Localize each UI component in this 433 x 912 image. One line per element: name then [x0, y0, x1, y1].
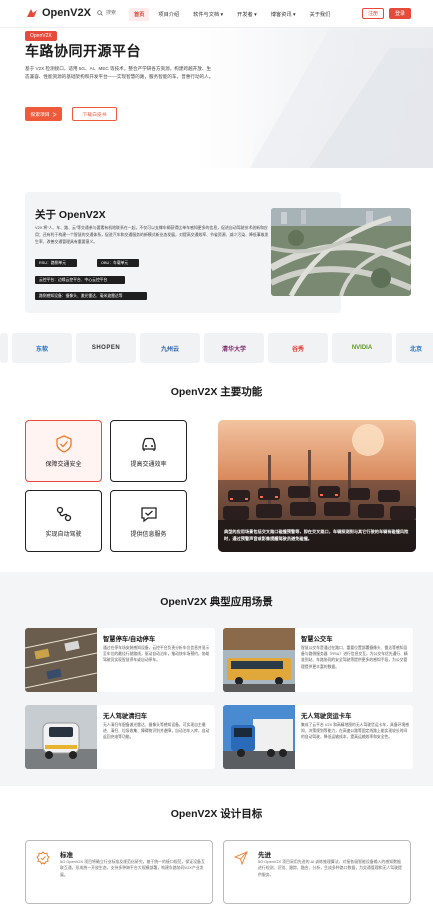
feature-traffic-safety[interactable]: 保障交通安全 — [25, 420, 102, 482]
search-label: 搜索 — [106, 10, 117, 16]
scenario-card-freight-truck[interactable]: 无人驾驶货运卡车 集成了云平台 V2X 和高精地图的无人驾驶货运卡车，具备环境感… — [223, 705, 413, 769]
scenario-title: 无人驾驶货运卡车 — [301, 713, 352, 720]
hero-description: 基于 V2X 检测接口，适用 5G、AI、MEC 等技术，整合产学研各方资源，构… — [25, 66, 214, 79]
highway-interchange-image — [271, 208, 411, 296]
hero-section: OpenV2X 车路协同开源平台 基于 V2X 检测接口，适用 5G、AI、ME… — [0, 28, 433, 168]
nav-item-about[interactable]: 关于我们 — [305, 8, 336, 21]
message-icon — [140, 506, 157, 522]
register-button[interactable]: 登录 — [389, 8, 411, 19]
hero-background-graphic — [250, 28, 433, 168]
goal-text: 5G OpenV2X 项目将确立行业标准及规范化研究，基于统一的接口规范，保证设… — [60, 859, 205, 877]
partner-logo: 谷秀 — [268, 333, 328, 363]
route-icon — [56, 506, 71, 521]
goal-title: 标准 — [60, 852, 73, 859]
hero-tag: OpenV2X — [25, 31, 57, 41]
partner-logo: 九州云 — [140, 333, 200, 363]
logo-icon — [27, 9, 37, 17]
feature-autonomous-driving[interactable]: 实现自动驾驶 — [25, 490, 102, 552]
logo-text: OpenV2X — [42, 7, 91, 19]
scenario-title: 智慧停车/自动停车 — [103, 636, 156, 643]
scenario-title: 无人驾驶清扫车 — [103, 713, 148, 720]
about-text: V2X 将“人、车、路、云”等交通参与要素有机地联系在一起，不仅可以支撑车辆获得… — [35, 225, 269, 244]
tag-roadside-sensors: 路侧感知设备：摄像头、激光雷达、毫米波雷达等 — [35, 292, 147, 300]
about-title: 关于 OpenV2X — [35, 209, 106, 221]
features-title: OpenV2X 主要功能 — [170, 386, 263, 398]
logo[interactable]: OpenV2X — [26, 7, 91, 19]
scenario-text: 通过在停车场安装感知设备，云控平台负责分析车位信息并显示至车位的最佳行驶路线，驱… — [103, 646, 210, 663]
feature-caption: 典型的应用场景包括交叉路口碰撞预警等，即在交叉路口，车辆探测到与其它行驶的车辆有… — [224, 529, 409, 541]
top-navbar: OpenV2X 搜索 首页 项目介绍 软件与文档 ▾ 开发者 ▾ 博客资讯 ▾ … — [0, 0, 433, 28]
shield-check-icon — [55, 434, 72, 453]
partner-logo: NVIDIA — [332, 333, 392, 363]
feature-label: 提供信息服务 — [130, 531, 167, 538]
partner-logo-edge — [0, 333, 8, 363]
nav-item-blog[interactable]: 博客资讯 ▾ — [266, 8, 301, 21]
nav-item-home[interactable]: 首页 — [129, 7, 150, 21]
hero-title: 车路协同开源平台 — [25, 43, 141, 59]
feature-label: 实现自动驾驶 — [45, 531, 82, 538]
tag-rsu: RSU：路侧单元 — [35, 259, 77, 267]
scenarios-title: OpenV2X 典型应用场景 — [160, 596, 273, 608]
arrow-right-icon — [52, 111, 57, 117]
goals-title: OpenV2X 设计目标 — [170, 808, 263, 820]
goal-card-standard: 标准 5G OpenV2X 项目将确立行业标准及规范化研究，基于统一的接口规范，… — [25, 840, 213, 904]
login-button[interactable]: 注册 — [362, 8, 384, 19]
scenario-card-smart-parking[interactable]: 智慧停车/自动停车 通过在停车场安装感知设备，云控平台负责分析车位信息并显示至车… — [25, 628, 215, 692]
bus-image — [223, 628, 295, 692]
partner-logo: 北京 — [396, 333, 433, 363]
feature-info-service[interactable]: 提供信息服务 — [110, 490, 187, 552]
partner-logo: 东软 — [12, 333, 72, 363]
scenario-text: 智慧公交车是通过在路口、重要位置部署摄像头、雷达等感知设备与路侧服务器（RSU）… — [301, 646, 408, 669]
tag-cloud-platform: 云控平台：边缘云控平台、中心云控平台 — [35, 276, 125, 284]
nav-item-software-docs[interactable]: 软件与文档 ▾ — [188, 8, 228, 21]
search-button[interactable]: 搜索 — [97, 9, 116, 16]
scenario-title: 智慧公交车 — [301, 636, 333, 643]
scenario-card-street-sweeper[interactable]: 无人驾驶清扫车 无人清扫车配备激光雷达、摄像头等感知设备，可实现自主循迹、清扫、… — [25, 705, 215, 769]
nav-links: 首页 项目介绍 软件与文档 ▾ 开发者 ▾ 博客资讯 ▾ 关于我们 — [129, 0, 335, 28]
goal-card-advanced: 先进 5G OpenV2X 项目采用先进的 AI 训练推理算法，对接各级智能设备… — [223, 840, 411, 904]
nav-item-developers[interactable]: 开发者 ▾ — [232, 8, 262, 21]
goal-text: 5G OpenV2X 项目采用先进的 AI 训练推理算法，对接各级智能设备输入的… — [258, 859, 402, 877]
truck-image — [223, 705, 295, 769]
download-whitepaper-button[interactable]: 下载白皮书 — [72, 107, 117, 121]
scenario-card-smart-bus[interactable]: 智慧公交车 智慧公交车是通过在路口、重要位置部署摄像头、雷达等感知设备与路侧服务… — [223, 628, 413, 692]
partner-logo: 清华大学 — [204, 333, 264, 363]
partner-logos: 东软 SHOPEN 九州云 清华大学 谷秀 NVIDIA 北京 — [0, 333, 433, 363]
explore-project-label: 探索项目 — [30, 112, 50, 118]
goal-title: 先进 — [258, 852, 271, 859]
car-icon — [141, 437, 156, 451]
partner-logo: SHOPEN — [76, 333, 136, 363]
send-icon — [234, 851, 248, 865]
tag-obu: OBU：车载单元 — [97, 259, 139, 267]
sweeper-image — [25, 705, 97, 769]
feature-label: 提高交通效率 — [130, 461, 167, 468]
nav-item-project[interactable]: 项目介绍 — [153, 8, 184, 21]
search-icon — [97, 9, 103, 16]
traffic-jam-image: 典型的应用场景包括交叉路口碰撞预警等，即在交叉路口，车辆探测到与其它行驶的车辆有… — [218, 420, 416, 552]
parking-lot-image — [25, 628, 97, 692]
scenario-text: 集成了云平台 V2X 和高精地图的无人驾驶货运卡车，具备环境感知、决策规划等能力… — [301, 723, 410, 740]
feature-label: 保障交通安全 — [45, 461, 82, 468]
badge-icon — [36, 851, 50, 865]
explore-project-button[interactable]: 探索项目 — [25, 107, 62, 121]
feature-traffic-efficiency[interactable]: 提高交通效率 — [110, 420, 187, 482]
scenario-text: 无人清扫车配备激光雷达、摄像头等感知设备，可实现自主循迹、清扫、垃圾收集、障碍物… — [103, 723, 210, 740]
